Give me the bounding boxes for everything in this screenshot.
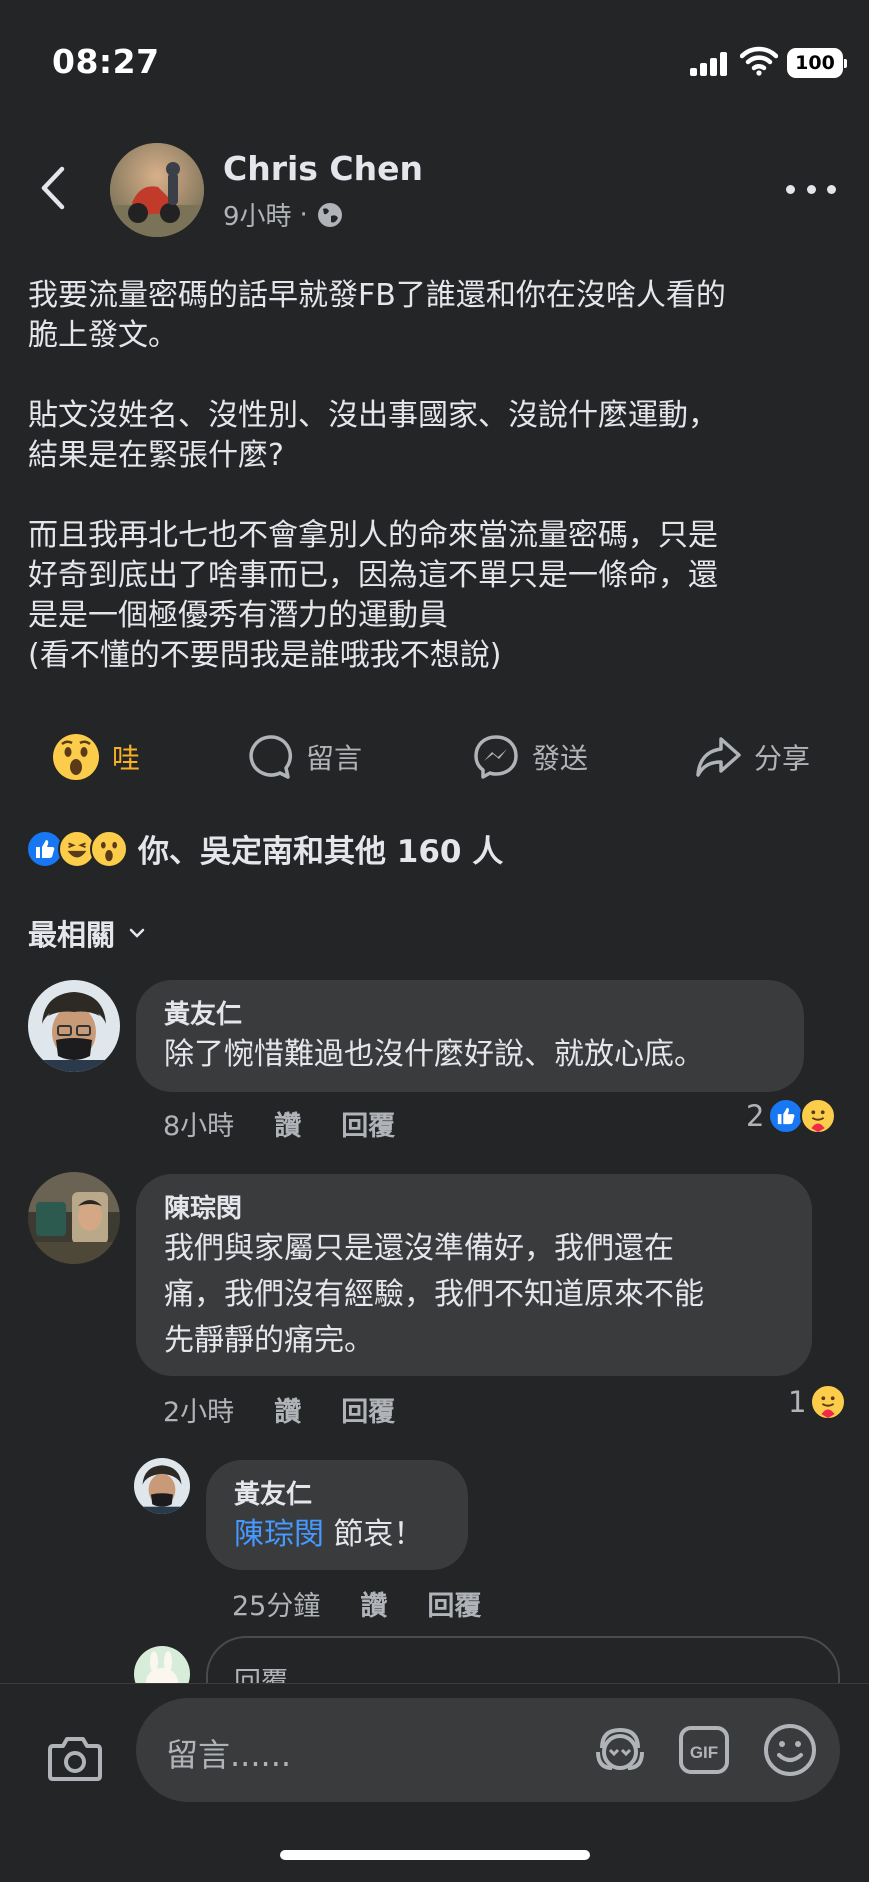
emoji-button[interactable] (762, 1722, 818, 1782)
avatar-sticker-icon (596, 1727, 644, 1770)
share-label: 分享 (754, 742, 811, 775)
reaction-count: 1 (788, 1385, 807, 1419)
reactions-text: 你、吳定南和其他 160 人 (138, 834, 504, 870)
reply-meta: 25分鐘 讚 回覆 (232, 1584, 481, 1623)
avatar-sticker-button[interactable] (592, 1722, 648, 1782)
author-name[interactable]: Chris Chen (223, 149, 423, 188)
reactions-summary[interactable]: 你、吳定南和其他 160 人 (26, 826, 503, 871)
post-meta: 9小時 · (223, 196, 344, 233)
comment-label: 留言 (306, 742, 363, 775)
like-button[interactable]: 讚 (274, 1390, 301, 1429)
wow-label: 哇 (112, 742, 141, 775)
battery-level: 100 (795, 52, 835, 74)
more-options-button[interactable] (786, 174, 836, 204)
commenter-name[interactable]: 黃友仁 (234, 1478, 440, 1512)
comment-placeholder: 留言...... (166, 1736, 292, 1774)
comment-icon (249, 735, 293, 779)
meta-separator: · (299, 199, 308, 230)
battery-indicator: 100 (787, 48, 847, 78)
camera-icon (48, 1737, 102, 1781)
back-button[interactable] (28, 158, 78, 218)
like-reaction-icon (768, 1098, 805, 1134)
post-time: 9小時 (223, 202, 292, 232)
comment-meta: 2小時 讚 回覆 (163, 1390, 395, 1429)
comment-bubble[interactable]: 陳琮閔 我們與家屬只是還沒準備好，我們還在 痛，我們沒有經驗，我們不知道原來不能… (136, 1174, 812, 1376)
send-label: 發送 (532, 742, 589, 775)
dot-icon (786, 184, 795, 194)
author-avatar[interactable] (110, 143, 204, 237)
reply-button[interactable]: 回覆 (341, 1390, 395, 1429)
commenter-avatar[interactable] (28, 1172, 120, 1264)
post-paragraph: 我要流量密碼的話早就發FB了誰還和你在沒啥人看的 脆上發文。 (28, 278, 726, 353)
reply-bubble[interactable]: 黃友仁 陳琮閔 節哀！ (206, 1460, 468, 1570)
wifi-icon (739, 46, 779, 80)
comment-text: 我們與家屬只是還沒準備好，我們還在 痛，我們沒有經驗，我們不知道原來不能 先靜靜… (164, 1231, 704, 1358)
comment-time: 8小時 (163, 1111, 235, 1142)
comment-sort-dropdown[interactable]: 最相關 (28, 912, 145, 954)
commenter-avatar[interactable] (28, 980, 120, 1072)
reply-button[interactable]: 回覆 (341, 1104, 395, 1143)
care-reaction-icon (800, 1098, 837, 1134)
chevron-down-icon (129, 928, 145, 938)
like-button[interactable]: 讚 (360, 1584, 387, 1623)
comment-bubble[interactable]: 黃友仁 除了惋惜難過也沒什麼好說、就放心底。 (136, 980, 804, 1092)
share-icon (696, 737, 741, 777)
comment-button[interactable]: 留言 (246, 730, 362, 784)
status-time: 08:27 (52, 42, 160, 81)
wow-emoji-icon (53, 734, 99, 780)
reply-text: 節哀！ (324, 1517, 424, 1552)
gif-button[interactable]: GIF (678, 1722, 730, 1782)
wow-reaction-icon (90, 829, 128, 868)
reaction-count: 2 (746, 1099, 765, 1133)
sort-label: 最相關 (28, 918, 116, 952)
post-paragraph: 而且我再北七也不會拿別人的命來當流量密碼，只是 好奇到底出了啥事而已，因為這不單… (28, 518, 718, 673)
reply-time: 25分鐘 (232, 1591, 321, 1622)
emoji-icon (764, 1724, 816, 1776)
send-button[interactable]: 發送 (472, 730, 588, 784)
dot-icon (806, 184, 816, 194)
post-body: 我要流量密碼的話早就發FB了誰還和你在沒啥人看的 脆上發文。 貼文沒姓名、沒性別… (28, 276, 848, 716)
reply-button[interactable]: 回覆 (427, 1584, 481, 1623)
commenter-name[interactable]: 黃友仁 (164, 998, 776, 1032)
post-paragraph: 貼文沒姓名、沒性別、沒出事國家、沒說什麼運動， 結果是在緊張什麼? (28, 398, 718, 473)
comment-reaction-count[interactable]: 1 (788, 1384, 847, 1420)
home-indicator[interactable] (280, 1850, 590, 1860)
commenter-name[interactable]: 陳琮閔 (164, 1192, 784, 1226)
care-reaction-icon (810, 1384, 847, 1420)
gif-icon: GIF (679, 1726, 729, 1774)
like-button[interactable]: 讚 (274, 1104, 301, 1143)
dot-icon (827, 184, 836, 194)
cellular-signal-icon (690, 52, 730, 76)
wow-reaction-button[interactable]: 哇 (52, 730, 140, 784)
comment-text: 除了惋惜難過也沒什麼好說、就放心底。 (164, 1037, 704, 1072)
comment-meta: 8小時 讚 回覆 (163, 1104, 395, 1143)
share-button[interactable]: 分享 (694, 730, 810, 784)
mention-link[interactable]: 陳琮閔 (234, 1517, 324, 1552)
comment-input[interactable]: 留言...... GIF (136, 1698, 840, 1802)
gif-label: GIF (690, 1743, 718, 1762)
reply-avatar[interactable] (134, 1458, 190, 1514)
post-actions: 哇 留言 發送 分享 (0, 730, 869, 784)
comment-time: 2小時 (163, 1397, 235, 1428)
camera-button[interactable] (47, 1734, 103, 1786)
globe-icon (317, 202, 342, 227)
chevron-left-icon (41, 166, 65, 210)
comment-reaction-count[interactable]: 2 (746, 1098, 837, 1134)
messenger-icon (474, 735, 518, 779)
